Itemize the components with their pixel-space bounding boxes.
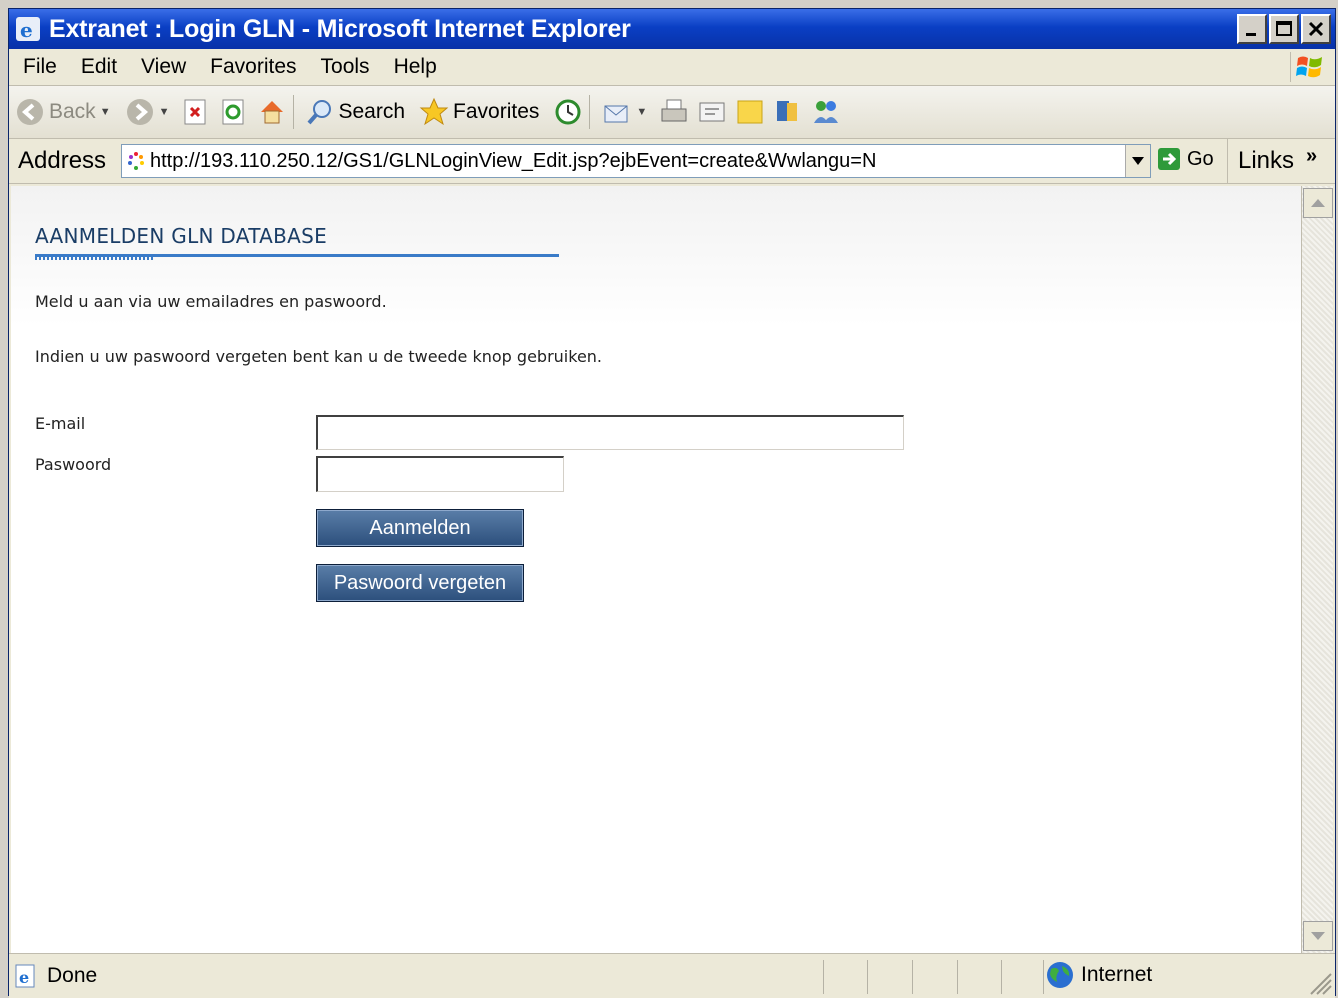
- address-dropdown-button[interactable]: [1125, 145, 1150, 177]
- address-label: Address: [18, 147, 107, 174]
- browser-window: e Extranet : Login GLN - Microsoft Inter…: [8, 8, 1336, 998]
- title-bar[interactable]: e Extranet : Login GLN - Microsoft Inter…: [9, 9, 1335, 49]
- vertical-scrollbar[interactable]: [1301, 186, 1333, 953]
- internet-globe-icon: [1047, 962, 1073, 988]
- go-label: Go: [1187, 147, 1214, 170]
- history-icon[interactable]: [553, 97, 583, 127]
- password-field[interactable]: [316, 456, 564, 492]
- intro-text-1: Meld u aan via uw emailadres en paswoord…: [35, 292, 387, 311]
- arrow-up-icon: [1311, 199, 1325, 207]
- login-button[interactable]: Aanmelden: [316, 509, 524, 547]
- menu-help[interactable]: Help: [380, 55, 447, 79]
- back-label: Back: [49, 100, 96, 123]
- menu-tools[interactable]: Tools: [307, 55, 380, 79]
- menu-file[interactable]: File: [9, 55, 67, 79]
- address-bar: Address http://193.110.250.12/GS1/GLNLog…: [9, 139, 1335, 184]
- menu-favorites[interactable]: Favorites: [196, 55, 306, 79]
- page-done-icon: e: [15, 964, 35, 988]
- stop-icon[interactable]: [183, 99, 209, 125]
- email-field[interactable]: [316, 415, 904, 450]
- search-button[interactable]: Search: [306, 98, 405, 126]
- address-input[interactable]: http://193.110.250.12/GS1/GLNLoginView_E…: [121, 144, 1151, 178]
- mail-button[interactable]: ▼: [602, 98, 647, 126]
- scroll-down-button[interactable]: [1303, 921, 1333, 951]
- toolbar-separator: [589, 95, 591, 129]
- favorites-label: Favorites: [453, 100, 540, 123]
- page-title: AANMELDEN GLN DATABASE: [35, 224, 328, 248]
- menu-view[interactable]: View: [127, 55, 196, 79]
- chevron-more-icon[interactable]: »: [1306, 145, 1317, 168]
- menu-bar: File Edit View Favorites Tools Help: [9, 49, 1335, 86]
- svg-text:e: e: [20, 18, 33, 42]
- back-arrow-icon: [17, 99, 43, 125]
- toolbar-separator: [293, 95, 295, 129]
- status-bar: e Done Internet: [9, 953, 1335, 998]
- back-dropdown-icon[interactable]: ▼: [100, 106, 111, 118]
- internet-explorer-icon: e: [16, 17, 40, 42]
- intro-text-2: Indien u uw paswoord vergeten bent kan u…: [35, 347, 603, 366]
- forward-dropdown-icon[interactable]: ▼: [159, 106, 170, 118]
- page-content: AANMELDEN GLN DATABASE Meld u aan via uw…: [11, 186, 1301, 953]
- address-url: http://193.110.250.12/GS1/GLNLoginView_E…: [150, 149, 877, 172]
- maximize-icon: [1276, 21, 1292, 36]
- search-label: Search: [338, 100, 406, 123]
- search-icon: [307, 100, 332, 125]
- resize-grip-icon[interactable]: [1305, 968, 1333, 996]
- mail-dropdown-icon[interactable]: ▼: [636, 106, 647, 118]
- windows-logo-icon: [1290, 52, 1329, 82]
- refresh-icon[interactable]: [221, 99, 247, 125]
- close-icon: [1308, 21, 1324, 37]
- go-arrow-icon: [1158, 148, 1180, 170]
- loading-page-icon: [128, 152, 144, 170]
- home-icon[interactable]: [257, 97, 287, 127]
- maximize-button[interactable]: [1269, 14, 1299, 44]
- email-label: E-mail: [35, 414, 86, 433]
- edit-icon[interactable]: [697, 97, 727, 127]
- favorites-button[interactable]: Favorites: [419, 97, 539, 127]
- scroll-up-button[interactable]: [1303, 188, 1333, 218]
- window-controls: [1237, 14, 1331, 44]
- window-title: Extranet : Login GLN - Microsoft Interne…: [49, 14, 631, 43]
- heading-dotted-accent: [35, 256, 155, 260]
- links-label: Links: [1238, 147, 1295, 174]
- status-pane: [957, 960, 958, 994]
- status-pane: [912, 960, 913, 994]
- forward-button[interactable]: ▼: [125, 97, 170, 127]
- favorites-star-icon: [419, 97, 449, 126]
- research-icon[interactable]: [773, 97, 803, 127]
- back-button[interactable]: Back ▼: [15, 97, 111, 127]
- standard-toolbar: Back ▼ ▼ Search Favorites ▼: [9, 86, 1335, 139]
- forward-arrow-icon: [126, 99, 153, 125]
- status-pane: [1043, 960, 1044, 994]
- discuss-icon[interactable]: [735, 97, 765, 127]
- status-text: Done: [47, 964, 98, 987]
- svg-text:e: e: [19, 968, 29, 987]
- password-label: Paswoord: [35, 455, 112, 474]
- zone-label: Internet: [1081, 963, 1153, 986]
- status-pane: [823, 960, 824, 994]
- chevron-down-icon: [1132, 157, 1144, 165]
- status-pane: [1001, 960, 1002, 994]
- minimize-icon: [1246, 33, 1256, 36]
- arrow-down-icon: [1311, 932, 1325, 940]
- forgot-password-button[interactable]: Paswoord vergeten: [316, 564, 524, 602]
- status-pane: [867, 960, 868, 994]
- print-icon[interactable]: [659, 97, 689, 127]
- close-button[interactable]: [1301, 14, 1331, 44]
- menu-edit[interactable]: Edit: [67, 55, 127, 79]
- security-zone[interactable]: Internet: [1045, 960, 1152, 990]
- mail-icon: [604, 105, 628, 123]
- messenger-icon[interactable]: [811, 97, 841, 127]
- links-toolbar[interactable]: Links »: [1227, 139, 1317, 183]
- minimize-button[interactable]: [1237, 14, 1267, 44]
- go-button[interactable]: Go: [1157, 147, 1214, 171]
